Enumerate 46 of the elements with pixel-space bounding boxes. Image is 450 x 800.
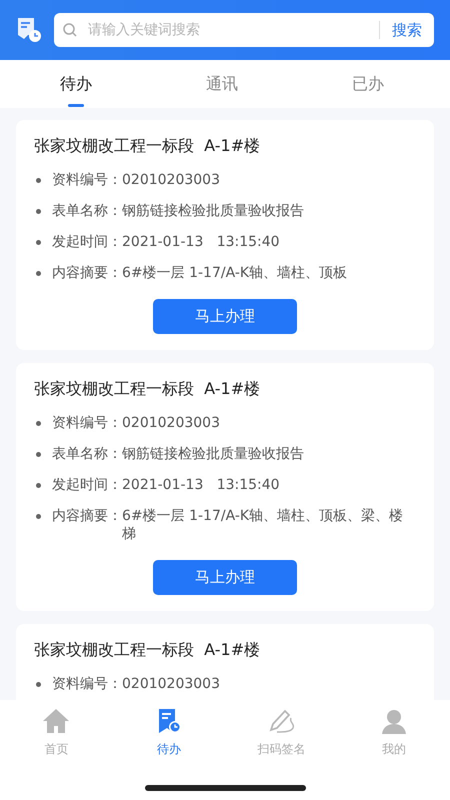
tab[interactable]: 待办 (52, 60, 100, 108)
search-button[interactable]: 搜索 (379, 21, 434, 39)
field-label: 发起时间： (52, 476, 122, 494)
bullet-icon (36, 421, 41, 426)
field-value: 钢筋链接检验批质量验收报告 (122, 445, 304, 463)
field-value: 2021-01-13 13:15:40 (122, 476, 280, 494)
bullet-icon (36, 514, 41, 519)
field-value: 2021-01-13 13:15:40 (122, 233, 280, 251)
card-title: 张家坟棚改工程一标段 A-1#楼 (34, 135, 262, 157)
card-title: 张家坟棚改工程一标段 A-1#楼 (34, 378, 262, 400)
nav-tab[interactable]: 我的 (338, 700, 450, 759)
app-logo-icon (16, 17, 42, 43)
field-label: 表单名称： (52, 202, 122, 220)
nav-tab[interactable]: 扫码签名 (225, 700, 338, 759)
field-label: 资料编号： (52, 675, 122, 693)
tab[interactable]: 已办 (344, 60, 392, 108)
field-label: 内容摘要： (52, 507, 122, 526)
person-icon (380, 708, 408, 734)
nav-tab[interactable]: 首页 (0, 700, 112, 759)
pen-icon (267, 708, 296, 734)
tab[interactable]: 通讯 (198, 60, 246, 108)
bullet-icon (36, 452, 41, 457)
field-label: 发起时间： (52, 233, 122, 251)
field-label: 内容摘要： (52, 264, 122, 282)
field-label: 资料编号： (52, 171, 122, 189)
bullet-icon (36, 178, 41, 183)
bullet-icon (36, 682, 41, 687)
handle-button[interactable]: 马上办理 (153, 299, 297, 334)
field-value: 02010203003 (122, 414, 220, 432)
search-icon (62, 22, 78, 38)
bullet-icon (36, 240, 41, 245)
field-value: 6#楼一层 1-17/A-K轴、墙柱、顶板、梁、楼梯 (122, 507, 404, 543)
field-value: 02010203003 (122, 171, 220, 189)
field-label: 资料编号： (52, 414, 122, 432)
field-value: 钢筋链接检验批质量验收报告 (122, 202, 304, 220)
nav-tab[interactable]: 待办 (112, 700, 225, 759)
bullet-icon (36, 209, 41, 214)
bullet-icon (36, 483, 41, 488)
home-icon (42, 708, 70, 734)
field-value: 6#楼一层 1-17/A-K轴、墙柱、顶板 (122, 264, 348, 282)
card-title: 张家坟棚改工程一标段 A-1#楼 (34, 639, 262, 661)
bullet-icon (36, 271, 41, 276)
search-field[interactable]: 请输入关键词搜索 搜索 (54, 13, 434, 47)
handle-button[interactable]: 马上办理 (153, 560, 297, 595)
field-label: 表单名称： (52, 445, 122, 463)
field-value: 02010203003 (122, 675, 220, 693)
